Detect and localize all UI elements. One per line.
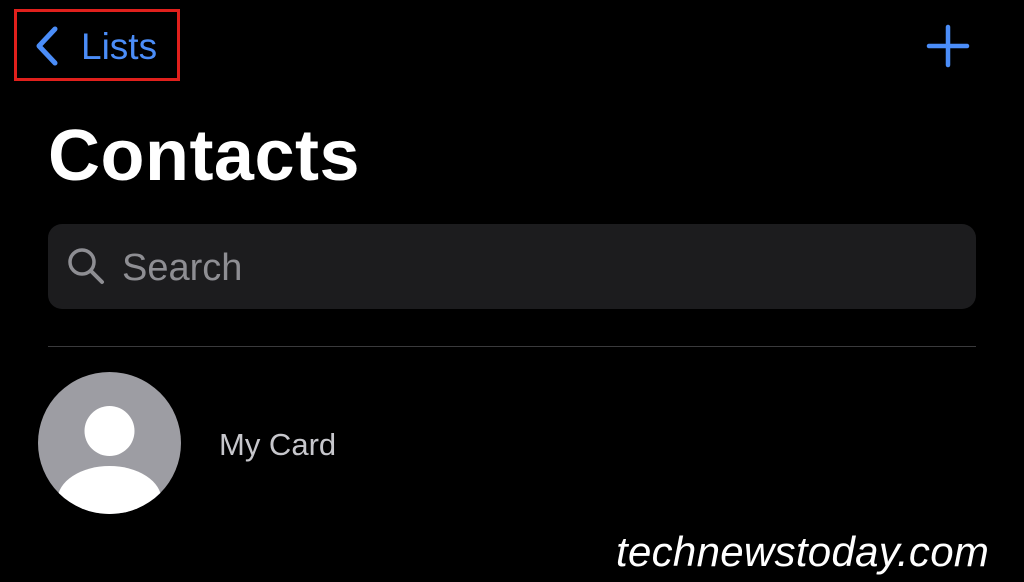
- back-to-lists-button[interactable]: Lists: [14, 9, 180, 81]
- avatar: [38, 372, 181, 514]
- divider: [48, 346, 976, 347]
- person-silhouette-icon: [57, 406, 162, 514]
- plus-icon[interactable]: [926, 24, 970, 68]
- chevron-left-icon: [36, 26, 58, 66]
- watermark-text: technewstoday.com: [616, 528, 990, 575]
- search-input[interactable]: Search: [48, 224, 976, 309]
- my-card-row[interactable]: My Card: [38, 372, 538, 514]
- search-icon: [68, 248, 104, 284]
- my-card-label: My Card: [219, 427, 337, 462]
- back-button-label: Lists: [81, 26, 158, 67]
- page-title: Contacts: [48, 116, 361, 196]
- search-placeholder: Search: [122, 247, 243, 289]
